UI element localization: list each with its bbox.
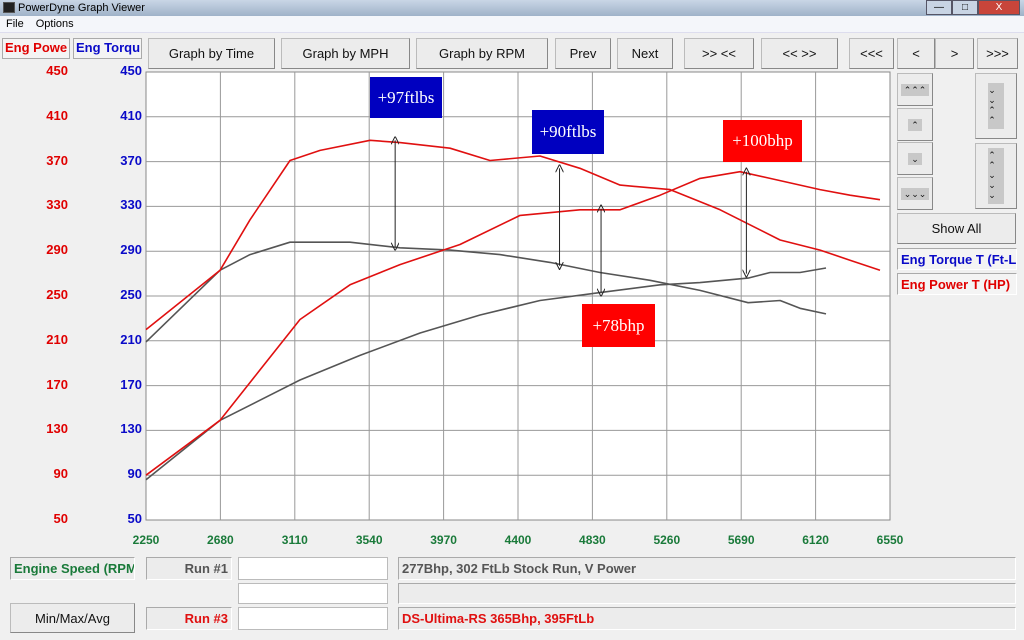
run3-description: DS-Ultima-RS 365Bhp, 395FtLb xyxy=(398,607,1016,630)
annotation-power-gain-1: +100bhp xyxy=(723,120,802,162)
run2-color-box[interactable] xyxy=(238,583,388,604)
annotation-torque-gain-2: +90ftlbs xyxy=(532,110,604,154)
run1-label: Run #1 xyxy=(146,557,232,580)
run1-color-box[interactable] xyxy=(238,557,388,580)
annotation-torque-gain-1: +97ftlbs xyxy=(370,77,442,118)
run3-color-box[interactable] xyxy=(238,607,388,630)
min-max-avg-button[interactable]: Min/Max/Avg xyxy=(10,603,135,633)
run3-label: Run #3 xyxy=(146,607,232,630)
x-axis-label: Engine Speed (RPM xyxy=(10,557,135,580)
run1-description: 277Bhp, 302 FtLb Stock Run, V Power xyxy=(398,557,1016,580)
run2-description xyxy=(398,583,1016,604)
annotation-power-gain-2: +78bhp xyxy=(582,304,655,347)
dyno-chart xyxy=(145,71,891,521)
